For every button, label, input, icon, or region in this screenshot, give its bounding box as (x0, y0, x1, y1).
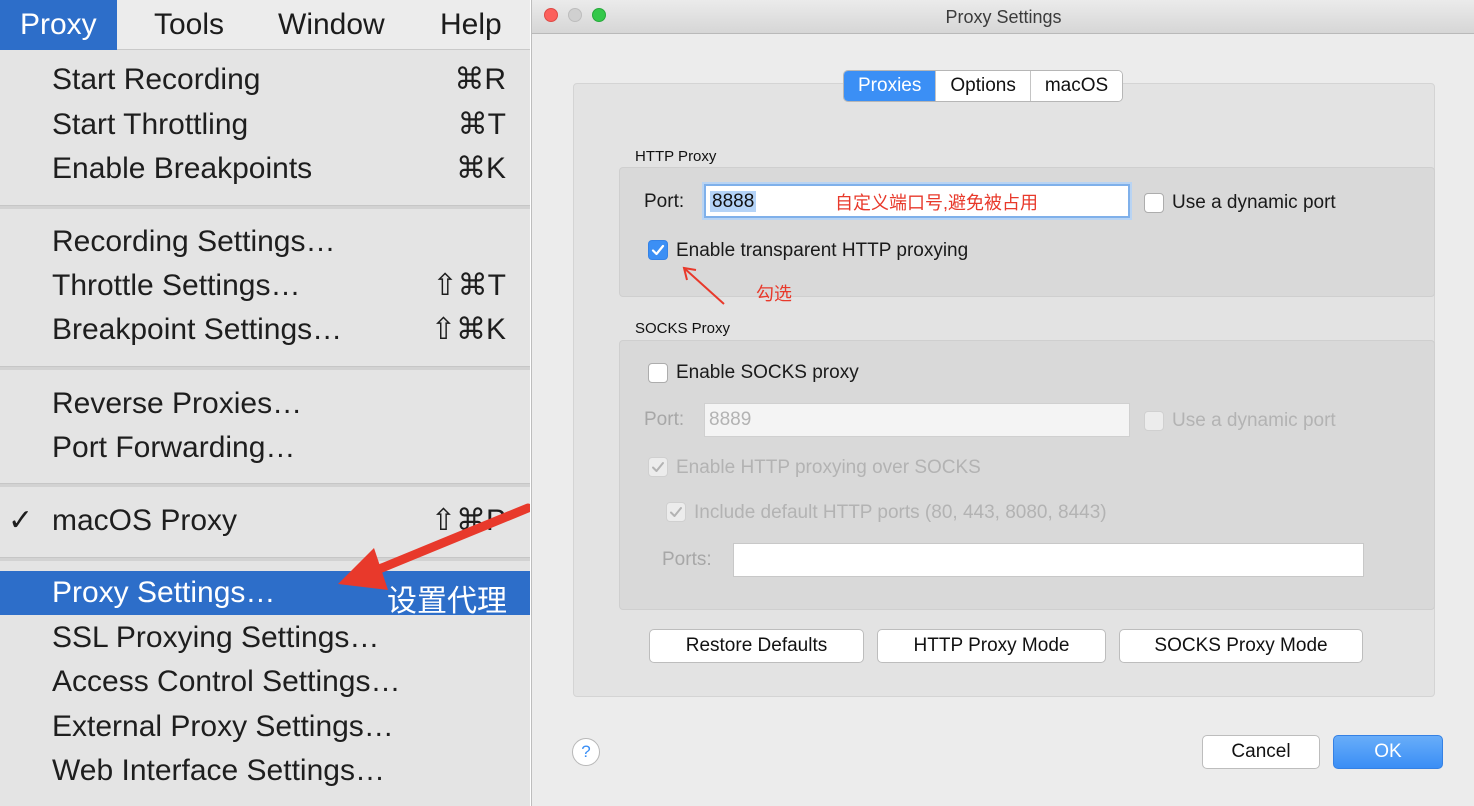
proxy-settings-dialog: Proxy Settings Proxies Options macOS HTT… (531, 0, 1474, 806)
tab-proxies[interactable]: Proxies (844, 71, 937, 101)
menu-item-ssl-proxying-settings[interactable]: SSL Proxying Settings… (0, 616, 530, 660)
socks-ports-label: Ports: (662, 549, 712, 570)
transparent-proxying-label: Enable transparent HTTP proxying (676, 240, 969, 261)
tab-options[interactable]: Options (936, 71, 1031, 101)
menu-item-web-interface-settings[interactable]: Web Interface Settings… (0, 749, 530, 793)
annotation-set-proxy: 设置代理 (387, 585, 507, 618)
menu-item-shortcut: ⌘T (457, 108, 506, 141)
include-default-ports-checkbox[interactable] (666, 502, 686, 522)
help-button[interactable]: ? (572, 738, 600, 766)
include-default-ports-label: Include default HTTP ports (80, 443, 808… (694, 502, 1107, 523)
check-annotation: 勾选 (756, 284, 792, 304)
socks-dynamic-port-label: Use a dynamic port (1172, 410, 1336, 431)
menu-item-recording-settings[interactable]: Recording Settings… (0, 220, 530, 264)
menu-item-label: Throttle Settings… (52, 269, 301, 302)
http-proxy-mode-button[interactable]: HTTP Proxy Mode (877, 629, 1106, 663)
menu-item-label: Recording Settings… (52, 225, 336, 258)
http-over-socks-checkbox[interactable] (648, 457, 668, 477)
http-port-value: 8888 (710, 191, 757, 212)
http-dynamic-port-checkbox[interactable] (1144, 193, 1164, 213)
checkmark-icon (670, 507, 682, 517)
window-titlebar: Proxy Settings (532, 0, 1474, 34)
socks-port-input[interactable]: 8889 (704, 403, 1130, 437)
socks-port-placeholder: 8889 (709, 409, 752, 430)
menu-item-shortcut: ⇧⌘P (430, 504, 506, 537)
menu-separator (0, 205, 530, 209)
transparent-proxying-checkbox[interactable] (648, 240, 668, 260)
menu-separator (0, 366, 530, 370)
settings-tab-bar: Proxies Options macOS (843, 70, 1124, 102)
menu-item-label: Start Throttling (52, 108, 249, 141)
menu-item-enable-breakpoints[interactable]: Enable Breakpoints ⌘K (0, 147, 530, 191)
menu-item-label: Start Recording (52, 63, 261, 96)
menubar-item-help[interactable]: Help (420, 0, 522, 50)
menu-item-label: Web Interface Settings… (52, 754, 385, 787)
menu-bar: Proxy Tools Window Help (0, 0, 530, 50)
restore-defaults-button[interactable]: Restore Defaults (649, 629, 864, 663)
proxies-content-box: HTTP Proxy Port: 8888 自定义端口号,避免被占用 Use a… (573, 83, 1435, 697)
menu-item-access-control-settings[interactable]: Access Control Settings… (0, 660, 530, 704)
port-annotation: 自定义端口号,避免被占用 (835, 193, 1038, 213)
menu-item-shortcut: ⇧⌘T (432, 269, 506, 302)
menu-item-macos-proxy[interactable]: ✓ macOS Proxy ⇧⌘P (0, 499, 530, 543)
enable-socks-label: Enable SOCKS proxy (676, 362, 859, 383)
tab-macos[interactable]: macOS (1030, 71, 1123, 101)
ok-button[interactable]: OK (1333, 735, 1443, 769)
socks-port-label: Port: (644, 409, 685, 430)
checkmark-icon (652, 462, 664, 472)
http-proxy-group: Port: 8888 自定义端口号,避免被占用 Use a dynamic po… (619, 167, 1435, 305)
menubar-item-tools[interactable]: Tools (134, 0, 244, 50)
checkmark-icon (651, 244, 665, 256)
menu-separator (0, 483, 530, 487)
cancel-button[interactable]: Cancel (1202, 735, 1320, 769)
proxy-menu-panel: Proxy Tools Window Help Start Recording … (0, 0, 530, 806)
menu-separator (0, 557, 530, 561)
http-over-socks-label: Enable HTTP proxying over SOCKS (676, 457, 981, 478)
menu-item-shortcut: ⇧⌘K (430, 313, 506, 346)
socks-dynamic-port-checkbox[interactable] (1144, 411, 1164, 431)
menu-item-label: Enable Breakpoints (52, 152, 313, 185)
menu-item-label: macOS Proxy (52, 504, 238, 537)
menu-item-reverse-proxies[interactable]: Reverse Proxies… (0, 382, 530, 426)
proxy-dropdown-menu: Start Recording ⌘R Start Throttling ⌘T E… (0, 50, 530, 806)
menu-item-shortcut: ⌘R (454, 63, 506, 96)
menu-item-label: SSL Proxying Settings… (52, 621, 380, 654)
checkmark-icon: ✓ (8, 504, 34, 537)
menu-item-label: External Proxy Settings… (52, 710, 394, 743)
menu-item-label: Reverse Proxies… (52, 387, 303, 420)
socks-proxy-title: SOCKS Proxy (635, 320, 731, 337)
http-port-label: Port: (644, 191, 685, 212)
menu-item-label: Port Forwarding… (52, 431, 296, 464)
http-dynamic-port-label: Use a dynamic port (1172, 192, 1336, 213)
menu-item-shortcut: ⌘K (455, 152, 506, 185)
menubar-item-window[interactable]: Window (258, 0, 405, 50)
menu-item-breakpoint-settings[interactable]: Breakpoint Settings… ⇧⌘K (0, 308, 530, 352)
socks-proxy-mode-button[interactable]: SOCKS Proxy Mode (1119, 629, 1363, 663)
menu-item-port-forwarding[interactable]: Port Forwarding… (0, 426, 530, 470)
socks-ports-input[interactable] (733, 543, 1364, 577)
menu-item-throttle-settings[interactable]: Throttle Settings… ⇧⌘T (0, 264, 530, 308)
menu-item-start-throttling[interactable]: Start Throttling ⌘T (0, 103, 530, 147)
menu-item-label: Breakpoint Settings… (52, 313, 343, 346)
http-proxy-title: HTTP Proxy (635, 148, 717, 165)
menubar-item-proxy[interactable]: Proxy (0, 0, 117, 50)
menu-item-start-recording[interactable]: Start Recording ⌘R (0, 58, 530, 102)
window-title: Proxy Settings (945, 7, 1062, 27)
enable-socks-checkbox[interactable] (648, 363, 668, 383)
menu-item-label: Proxy Settings… (52, 576, 276, 609)
annotation-arrow-icon (682, 266, 725, 305)
socks-proxy-group: Enable SOCKS proxy Port: 8889 Use a dyna… (619, 340, 1435, 610)
menu-item-label: Access Control Settings… (52, 665, 401, 698)
menu-item-external-proxy-settings[interactable]: External Proxy Settings… (0, 705, 530, 749)
